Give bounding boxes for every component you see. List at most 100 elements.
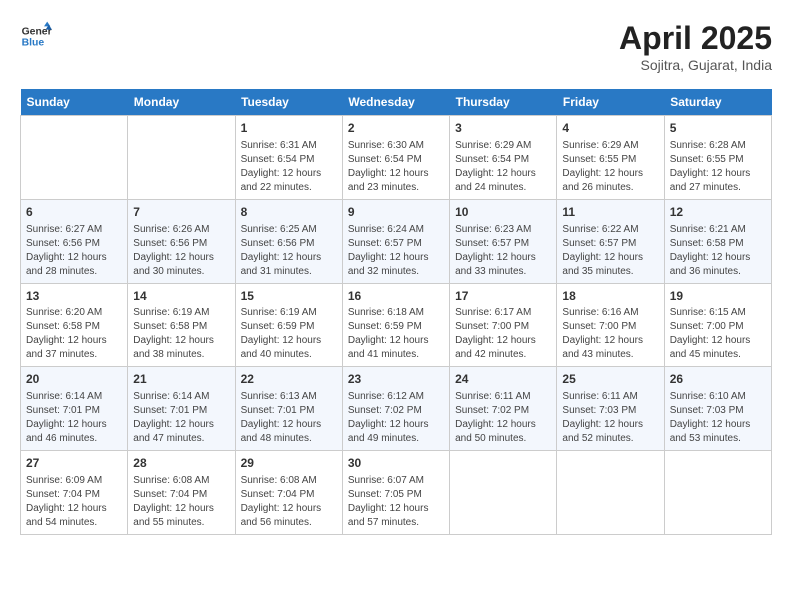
calendar-cell: 7Sunrise: 6:26 AMSunset: 6:56 PMDaylight… [128,199,235,283]
day-info: Sunrise: 6:18 AMSunset: 6:59 PMDaylight:… [348,306,444,362]
calendar-cell: 25 Sunrise: 6:11 AMSunset: 7:03 PMDayligh… [557,367,664,451]
calendar-cell: 18Sunrise: 6:16 AMSunset: 7:00 PMDayligh… [557,283,664,367]
calendar-cell: 14Sunrise: 6:19 AMSunset: 6:58 PMDayligh… [128,283,235,367]
day-number: 6 [26,204,122,221]
calendar-cell [450,451,557,535]
calendar-cell: 19Sunrise: 6:15 AMSunset: 7:00 PMDayligh… [664,283,771,367]
day-info: Sunrise: 6:11 AMSunset: 7:03 PMDaylight:… [562,390,658,446]
day-number: 17 [455,288,551,305]
day-number: 22 [241,371,337,388]
day-number: 2 [348,120,444,137]
day-info: Sunrise: 6:11 AMSunset: 7:02 PMDaylight:… [455,390,551,446]
day-number: 10 [455,204,551,221]
day-number: 15 [241,288,337,305]
day-number: 1 [241,120,337,137]
calendar-cell: 8 Sunrise: 6:25 AMSunset: 6:56 PMDaylight… [235,199,342,283]
calendar-cell: 24Sunrise: 6:11 AMSunset: 7:02 PMDayligh… [450,367,557,451]
calendar-table: Sunday Monday Tuesday Wednesday Thursday… [20,89,772,535]
day-number: 13 [26,288,122,305]
day-info: Sunrise: 6:25 AMSunset: 6:56 PMDaylight:… [241,223,337,279]
day-info: Sunrise: 6:15 AMSunset: 7:00 PMDaylight:… [670,306,766,362]
calendar-cell: 5 Sunrise: 6:28 AMSunset: 6:55 PMDaylight… [664,116,771,200]
page-header: General Blue April 2025 Sojitra, Gujarat… [20,20,772,73]
calendar-cell: 29Sunrise: 6:08 AMSunset: 7:04 PMDayligh… [235,451,342,535]
day-number: 20 [26,371,122,388]
calendar-cell: 17Sunrise: 6:17 AMSunset: 7:00 PMDayligh… [450,283,557,367]
day-number: 7 [133,204,229,221]
day-info: Sunrise: 6:08 AMSunset: 7:04 PMDaylight:… [241,474,337,530]
page-title: April 2025 [619,20,772,57]
day-number: 5 [670,120,766,137]
calendar-cell: 12 Sunrise: 6:21 AMSunset: 6:58 PMDayligh… [664,199,771,283]
day-info: Sunrise: 6:24 AMSunset: 6:57 PMDaylight:… [348,223,444,279]
day-info: Sunrise: 6:07 AMSunset: 7:05 PMDaylight:… [348,474,444,530]
calendar-cell: 9 Sunrise: 6:24 AMSunset: 6:57 PMDaylight… [342,199,449,283]
calendar-cell: 26Sunrise: 6:10 AMSunset: 7:03 PMDayligh… [664,367,771,451]
day-info: Sunrise: 6:23 AMSunset: 6:57 PMDaylight:… [455,223,551,279]
calendar-cell: 27 Sunrise: 6:09 AMSunset: 7:04 PMDayligh… [21,451,128,535]
day-number: 19 [670,288,766,305]
calendar-cell: 20 Sunrise: 6:14 AMSunset: 7:01 PMDayligh… [21,367,128,451]
title-block: April 2025 Sojitra, Gujarat, India [619,20,772,73]
calendar-cell: 28 Sunrise: 6:08 AMSunset: 7:04 PMDayligh… [128,451,235,535]
day-number: 26 [670,371,766,388]
calendar-cell [128,116,235,200]
day-number: 12 [670,204,766,221]
day-number: 14 [133,288,229,305]
calendar-cell: 15Sunrise: 6:19 AMSunset: 6:59 PMDayligh… [235,283,342,367]
day-info: Sunrise: 6:22 AMSunset: 6:57 PMDaylight:… [562,223,658,279]
calendar-cell: 4 Sunrise: 6:29 AMSunset: 6:55 PMDaylight… [557,116,664,200]
calendar-cell: 2 Sunrise: 6:30 AMSunset: 6:54 PMDaylight… [342,116,449,200]
day-number: 21 [133,371,229,388]
day-info: Sunrise: 6:30 AMSunset: 6:54 PMDaylight:… [348,139,444,195]
logo-icon: General Blue [20,20,52,52]
day-info: Sunrise: 6:14 AMSunset: 7:01 PMDaylight:… [133,390,229,446]
col-wednesday: Wednesday [342,89,449,116]
calendar-cell: 30 Sunrise: 6:07 AMSunset: 7:05 PMDayligh… [342,451,449,535]
day-info: Sunrise: 6:12 AMSunset: 7:02 PMDaylight:… [348,390,444,446]
day-info: Sunrise: 6:08 AMSunset: 7:04 PMDaylight:… [133,474,229,530]
day-number: 3 [455,120,551,137]
calendar-cell: 22Sunrise: 6:13 AMSunset: 7:01 PMDayligh… [235,367,342,451]
col-saturday: Saturday [664,89,771,116]
day-info: Sunrise: 6:28 AMSunset: 6:55 PMDaylight:… [670,139,766,195]
day-info: Sunrise: 6:09 AMSunset: 7:04 PMDaylight:… [26,474,122,530]
calendar-cell: 11 Sunrise: 6:22 AMSunset: 6:57 PMDayligh… [557,199,664,283]
calendar-cell [664,451,771,535]
day-info: Sunrise: 6:21 AMSunset: 6:58 PMDaylight:… [670,223,766,279]
day-number: 30 [348,455,444,472]
calendar-cell: 1Sunrise: 6:31 AMSunset: 6:54 PMDaylight… [235,116,342,200]
day-number: 4 [562,120,658,137]
col-sunday: Sunday [21,89,128,116]
day-number: 8 [241,204,337,221]
day-number: 28 [133,455,229,472]
calendar-header-row: Sunday Monday Tuesday Wednesday Thursday… [21,89,772,116]
calendar-row: 1Sunrise: 6:31 AMSunset: 6:54 PMDaylight… [21,116,772,200]
calendar-row: 6 Sunrise: 6:27 AMSunset: 6:56 PMDaylight… [21,199,772,283]
calendar-cell: 21 Sunrise: 6:14 AMSunset: 7:01 PMDayligh… [128,367,235,451]
calendar-row: 27 Sunrise: 6:09 AMSunset: 7:04 PMDayligh… [21,451,772,535]
day-info: Sunrise: 6:29 AMSunset: 6:54 PMDaylight:… [455,139,551,195]
day-number: 25 [562,371,658,388]
calendar-cell: 3 Sunrise: 6:29 AMSunset: 6:54 PMDaylight… [450,116,557,200]
calendar-cell: 10 Sunrise: 6:23 AMSunset: 6:57 PMDayligh… [450,199,557,283]
day-number: 23 [348,371,444,388]
col-tuesday: Tuesday [235,89,342,116]
day-info: Sunrise: 6:19 AMSunset: 6:58 PMDaylight:… [133,306,229,362]
day-number: 18 [562,288,658,305]
day-info: Sunrise: 6:29 AMSunset: 6:55 PMDaylight:… [562,139,658,195]
calendar-cell [21,116,128,200]
logo: General Blue [20,20,52,52]
day-number: 27 [26,455,122,472]
calendar-cell: 6 Sunrise: 6:27 AMSunset: 6:56 PMDaylight… [21,199,128,283]
calendar-row: 20 Sunrise: 6:14 AMSunset: 7:01 PMDayligh… [21,367,772,451]
page-subtitle: Sojitra, Gujarat, India [619,57,772,73]
day-number: 16 [348,288,444,305]
day-number: 11 [562,204,658,221]
day-number: 9 [348,204,444,221]
col-thursday: Thursday [450,89,557,116]
day-info: Sunrise: 6:14 AMSunset: 7:01 PMDaylight:… [26,390,122,446]
col-friday: Friday [557,89,664,116]
day-info: Sunrise: 6:27 AMSunset: 6:56 PMDaylight:… [26,223,122,279]
calendar-row: 13Sunrise: 6:20 AMSunset: 6:58 PMDayligh… [21,283,772,367]
